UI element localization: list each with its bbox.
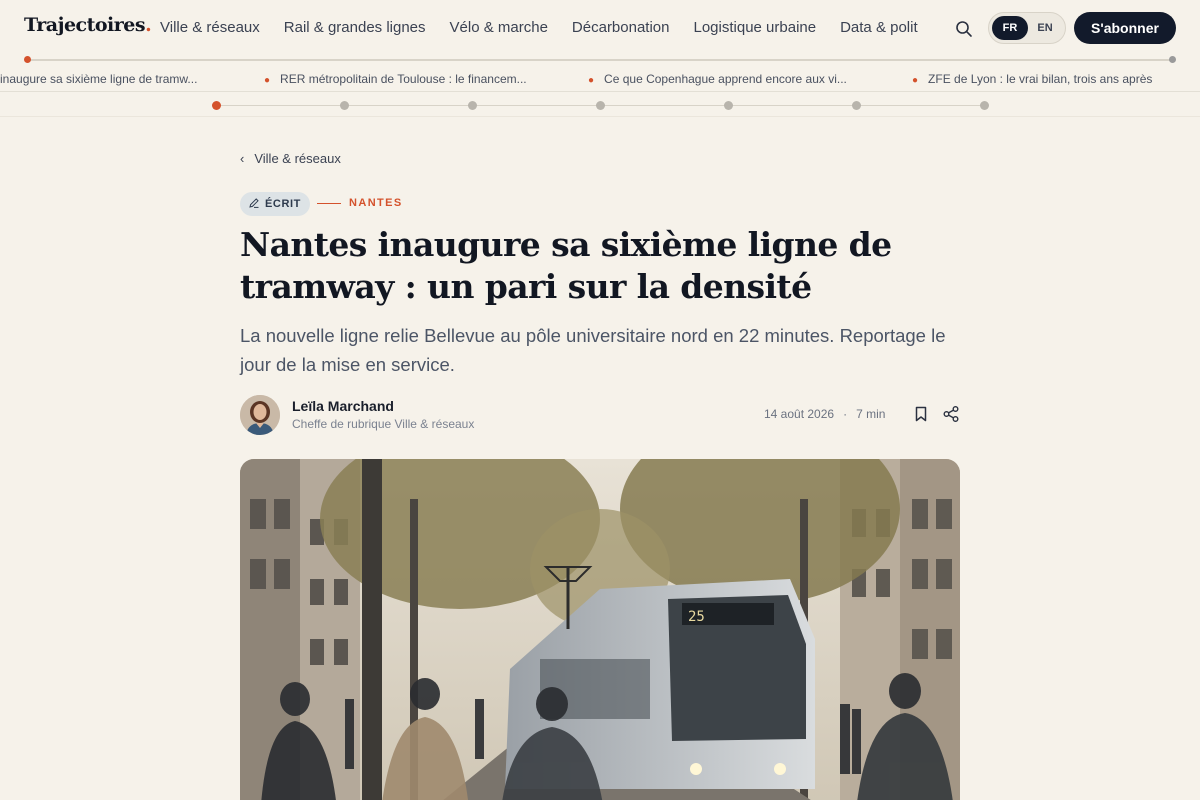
carousel-dot[interactable] — [212, 101, 221, 110]
carousel-dot[interactable] — [724, 101, 733, 110]
carousel-dot[interactable] — [468, 101, 477, 110]
bullet-icon: ● — [264, 75, 271, 86]
lang-fr-button[interactable]: FR — [992, 16, 1028, 40]
logo-text: Trajectoires — [24, 14, 146, 36]
lang-en-button[interactable]: EN — [1027, 16, 1063, 40]
nav-item-ville-reseaux[interactable]: Ville & réseaux — [160, 0, 260, 56]
nav-item-data[interactable]: Data & polit — [840, 0, 918, 56]
ticker-item-text: Ce que Copenhague apprend encore aux vi.… — [604, 72, 847, 86]
breadcrumb-back-link[interactable]: ‹ Ville & réseaux — [240, 151, 341, 166]
top-bar: Trajectoires. Ville & réseaux Rail & gran… — [0, 0, 1200, 56]
reading-progress-start-dot — [24, 56, 31, 63]
ticker-item-text: inaugure sa sixième ligne de tramw... — [0, 72, 198, 86]
chevron-left-icon: ‹ — [240, 151, 245, 166]
carousel-dot[interactable] — [596, 101, 605, 110]
carousel-dot[interactable] — [980, 101, 989, 110]
pencil-icon — [249, 198, 259, 208]
bookmark-icon[interactable] — [912, 405, 930, 423]
author-name[interactable]: Leïla Marchand — [292, 398, 394, 414]
format-badge: ÉCRIT — [240, 192, 310, 216]
tram-street-photo: 25 — [240, 459, 960, 800]
ticker-item[interactable]: ● ZFE de Lyon : le vrai bilan, trois ans … — [912, 72, 1152, 86]
ticker-item[interactable]: ● RER métropolitain de Toulouse : le fina… — [264, 72, 527, 86]
subscribe-button[interactable]: S'abonner — [1074, 12, 1176, 44]
format-badge-label: ÉCRIT — [265, 198, 301, 210]
read-time: 7 min — [856, 407, 886, 421]
search-icon[interactable] — [953, 18, 975, 40]
logo-dot: . — [145, 14, 152, 36]
publish-date: 14 août 2026 — [764, 407, 835, 421]
article-dek: La nouvelle ligne relie Bellevue au pôle… — [240, 325, 946, 375]
carousel-dot[interactable] — [852, 101, 861, 110]
site-logo[interactable]: Trajectoires. — [24, 14, 152, 36]
carousel-dot[interactable] — [340, 101, 349, 110]
share-icon[interactable] — [942, 405, 960, 423]
article-title: Nantes inaugure sa sixième ligne de tram… — [240, 225, 892, 306]
author-avatar[interactable] — [240, 395, 280, 435]
main-nav: Ville & réseaux Rail & grandes lignes Vélo… — [160, 0, 933, 56]
divider — [0, 116, 1200, 117]
avatar-portrait — [240, 395, 280, 435]
hero-image: 25 — [240, 459, 960, 800]
reading-progress-end-dot — [1169, 56, 1176, 63]
nav-item-decarbonation[interactable]: Décarbonation — [572, 0, 670, 56]
ticker-item[interactable]: inaugure sa sixième ligne de tramw... — [0, 72, 197, 86]
ticker-item[interactable]: ● Ce que Copenhague apprend encore aux vi… — [588, 72, 847, 86]
bullet-icon: ● — [588, 75, 595, 86]
ticker-item-text: RER métropolitain de Toulouse : le finan… — [280, 72, 527, 86]
ticker-item-text: ZFE de Lyon : le vrai bilan, trois ans a… — [928, 72, 1153, 86]
breadcrumb-label: Ville & réseaux — [254, 151, 341, 166]
nav-item-logistique[interactable]: Logistique urbaine — [694, 0, 817, 56]
bullet-icon: ● — [912, 75, 919, 86]
author-role: Cheffe de rubrique Ville & réseaux — [292, 417, 475, 431]
news-ticker: inaugure sa sixième ligne de tramw... ● R… — [0, 68, 1200, 92]
kicker-rule — [317, 203, 341, 204]
nav-item-rail[interactable]: Rail & grandes lignes — [284, 0, 426, 56]
tram-display-number: 25 — [688, 609, 705, 625]
article-meta: 14 août 2026 · 7 min — [764, 407, 885, 421]
reading-progress-track — [28, 59, 1173, 61]
meta-separator: · — [843, 407, 848, 421]
kicker-location[interactable]: NANTES — [349, 197, 403, 209]
language-switch: FR EN — [988, 12, 1066, 44]
nav-item-velo[interactable]: Vélo & marche — [450, 0, 548, 56]
